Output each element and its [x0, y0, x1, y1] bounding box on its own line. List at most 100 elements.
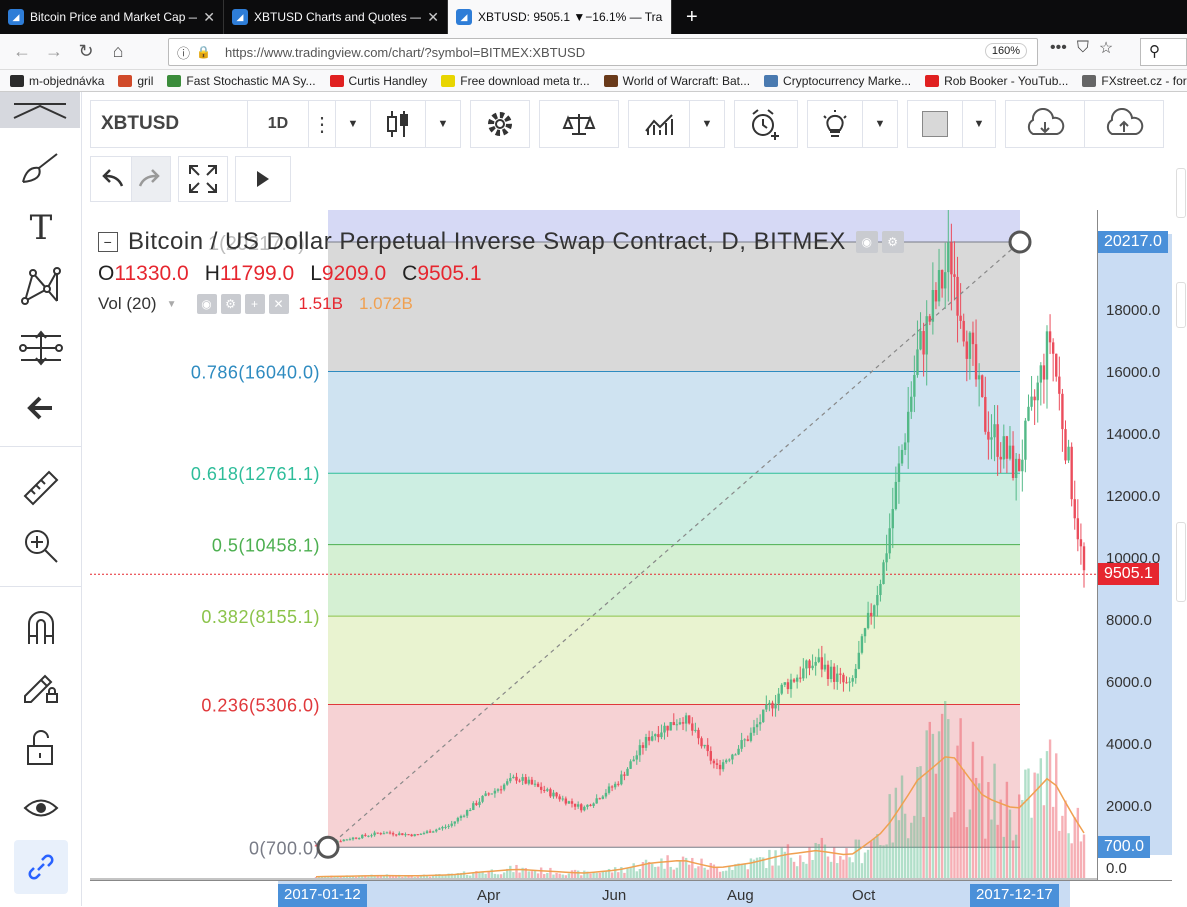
browser-tab-3[interactable]: ◢ XBTUSD: 9505.1 ▼−16.1% — Tra [448, 0, 672, 34]
fullscreen-button[interactable] [178, 156, 228, 202]
collapse-legend-icon[interactable]: − [98, 232, 118, 252]
bookmark-item[interactable]: Free download meta tr... [441, 74, 590, 88]
candle-body [672, 722, 675, 726]
bookmark-item[interactable]: Rob Booker - YouTub... [925, 74, 1068, 88]
candle-body [792, 679, 796, 682]
text-tool[interactable]: T [0, 200, 82, 256]
settings-button[interactable] [470, 100, 530, 148]
tab-title: XBTUSD: 9505.1 ▼−16.1% — Tra [478, 10, 663, 24]
chevron-down-icon[interactable]: ▼ [425, 100, 461, 148]
volume-bar [1021, 799, 1024, 878]
candle-body [638, 745, 642, 756]
bookmark-item[interactable]: m-objednávka [10, 74, 104, 88]
resolution-button[interactable]: 1D [247, 100, 309, 148]
chevron-down-icon[interactable]: ▼ [862, 100, 898, 148]
panel-handle[interactable] [1176, 282, 1186, 328]
chevron-down-icon[interactable]: ▼ [689, 100, 725, 148]
save-layout-button[interactable] [1084, 100, 1164, 148]
search-input[interactable]: ⚲ [1140, 38, 1187, 66]
lock-drawing-tool[interactable] [0, 658, 82, 714]
visibility-tool[interactable] [0, 780, 82, 836]
close-icon[interactable]: ✕ [427, 9, 439, 26]
volume-value: 1.51B [298, 294, 343, 313]
fib-anchor-start[interactable] [316, 835, 340, 859]
pocket-icon[interactable]: ⛉ [1077, 39, 1089, 57]
candle-body [601, 796, 605, 799]
zoom-level[interactable]: 160% [984, 43, 1027, 59]
chevron-down-icon[interactable]: ▼ [335, 100, 371, 148]
alert-button[interactable] [734, 100, 798, 148]
home-icon[interactable]: ⌂ [102, 36, 134, 68]
bookmark-item[interactable]: Cryptocurrency Marke... [764, 74, 911, 88]
chart-type-button[interactable] [370, 100, 426, 148]
replay-button[interactable] [235, 156, 291, 202]
volume-bar [567, 873, 571, 878]
symbol-search-button[interactable]: XBTUSD [90, 100, 248, 148]
candle-body [469, 809, 472, 811]
url-bar[interactable]: ⓘ 🔒 https://www.tradingview.com/chart/?s… [168, 38, 1038, 66]
link-tool[interactable] [14, 840, 68, 894]
zoom-in-icon [25, 530, 58, 563]
chevron-down-icon[interactable]: ▼ [962, 100, 996, 148]
load-layout-button[interactable] [1005, 100, 1085, 148]
star-icon[interactable]: ☆ [1099, 38, 1113, 58]
panel-handle[interactable] [1176, 168, 1186, 218]
bookmark-item[interactable]: World of Warcraft: Bat... [603, 74, 750, 88]
fill-color-button[interactable] [907, 100, 963, 148]
volume-bar [981, 756, 984, 878]
bookmark-item[interactable]: gril [118, 74, 153, 88]
bookmark-item[interactable]: FXstreet.cz - for [1082, 74, 1187, 88]
fib-anchor-end[interactable] [1008, 230, 1032, 254]
close-icon[interactable]: ✕ [268, 294, 289, 314]
redo-button[interactable] [131, 156, 171, 202]
cursor-tool[interactable] [0, 92, 80, 128]
back-icon[interactable]: ← [6, 36, 38, 68]
candle-body [1064, 429, 1067, 461]
undo-button[interactable] [90, 156, 132, 202]
pattern-tool[interactable] [0, 258, 82, 314]
close-icon[interactable]: ✕ [203, 9, 215, 26]
bookmark-item[interactable]: Fast Stochastic MA Sy... [167, 74, 316, 88]
candle-body [746, 739, 750, 741]
new-tab-icon[interactable]: + [672, 0, 712, 34]
volume-bar [740, 864, 743, 878]
time-axis[interactable]: Apr Jun Aug Oct 2017-01-12 2017-12-17 [90, 880, 1172, 907]
magnet-tool[interactable] [0, 600, 82, 656]
candle-body [669, 722, 672, 731]
compare-button[interactable] [539, 100, 619, 148]
candle-body [586, 804, 589, 807]
price-axis[interactable]: 18000.0 16000.0 14000.0 12000.0 10000.0 8000.… [1097, 210, 1172, 880]
browser-tab-1[interactable]: ◢ Bitcoin Price and Market Cap — ✕ [0, 0, 224, 34]
ideas-button[interactable] [807, 100, 863, 148]
fib-label: 0(700.0) [249, 838, 320, 858]
drawing-toolbar: T [0, 92, 82, 906]
undo-icon [102, 169, 124, 187]
volume-bar [678, 860, 682, 878]
gear-icon[interactable]: ⚙ [881, 231, 904, 253]
bookmark-item[interactable]: Curtis Handley [329, 74, 427, 88]
panel-handle[interactable] [1176, 522, 1186, 602]
eye-icon[interactable]: ◉ [196, 294, 217, 314]
browser-tab-2[interactable]: ◢ XBTUSD Charts and Quotes — T ✕ [224, 0, 448, 34]
volume-bar [675, 867, 679, 878]
chevron-down-icon[interactable]: ▼ [167, 299, 177, 310]
zoom-tool[interactable] [0, 518, 82, 574]
fib-tool[interactable] [0, 320, 82, 376]
candle-body [641, 745, 645, 748]
more-icon[interactable]: ••• [1050, 39, 1067, 57]
gear-icon[interactable]: ⚙ [220, 294, 241, 314]
lock-tool[interactable] [0, 720, 82, 776]
more-resolutions-icon[interactable]: ⋮ [308, 100, 336, 148]
info-icon[interactable]: ⓘ [177, 43, 190, 62]
reload-icon[interactable]: ↻ [70, 36, 102, 68]
back-arrow-tool[interactable] [0, 380, 82, 436]
eye-icon[interactable]: ◉ [855, 231, 878, 253]
candle-body [533, 783, 537, 785]
volume-bar [465, 874, 469, 878]
forward-icon[interactable]: → [38, 36, 70, 68]
measure-tool[interactable] [0, 460, 82, 516]
brush-tool[interactable] [0, 140, 82, 196]
candle-body [996, 424, 999, 457]
indicators-button[interactable] [628, 100, 690, 148]
add-icon[interactable]: + [244, 294, 265, 314]
